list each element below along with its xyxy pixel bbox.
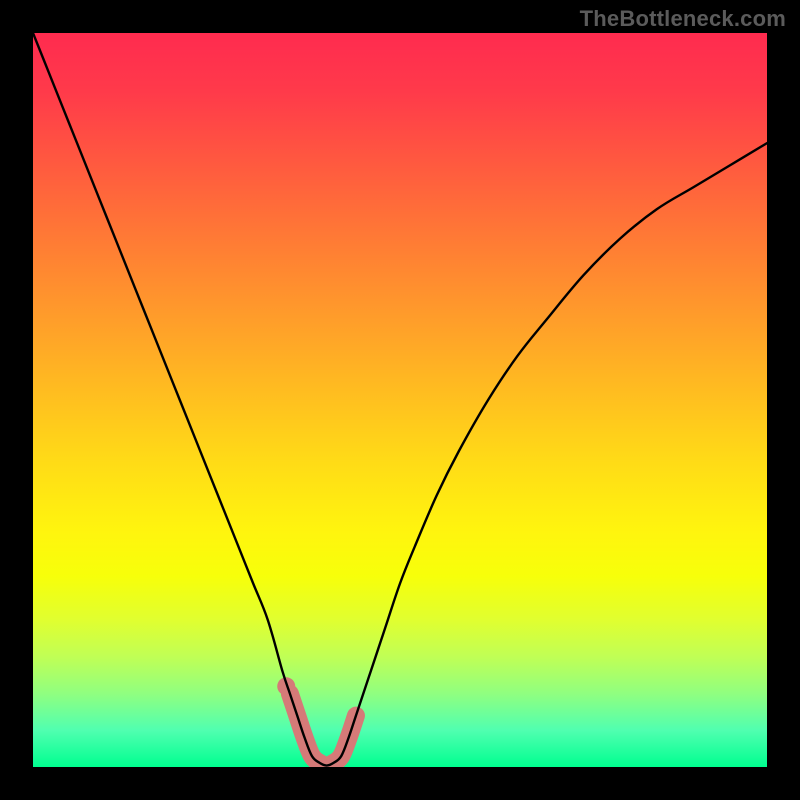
plot-area <box>33 33 767 767</box>
bottleneck-curve <box>33 33 767 766</box>
watermark-text: TheBottleneck.com <box>580 6 786 32</box>
chart-svg <box>33 33 767 767</box>
chart-frame: TheBottleneck.com <box>0 0 800 800</box>
highlight-segment <box>290 694 356 766</box>
